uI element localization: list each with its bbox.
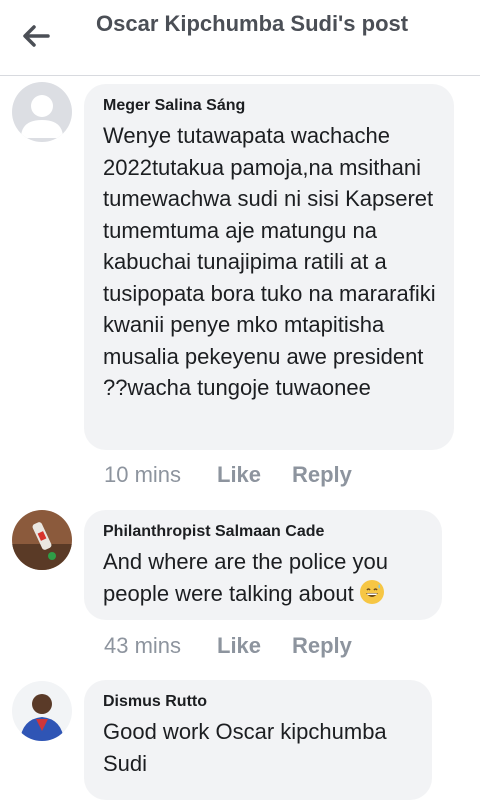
comment-author[interactable]: Dismus Rutto: [103, 692, 414, 712]
comment-timestamp: 43 mins: [104, 633, 182, 658]
comment-bubble: Dismus Rutto Good work Oscar kipchumba S…: [84, 680, 432, 800]
grinning-sweat-emoji: [359, 579, 384, 604]
profile-photo-avatar[interactable]: [12, 681, 72, 741]
arrow-left-icon[interactable]: [18, 22, 54, 50]
comment-timestamp: 10 mins: [104, 462, 182, 487]
comment-text: Wenye tutawapata wachache 2022tutakua pa…: [103, 123, 436, 400]
page-title: Oscar Kipchumba Sudi's post: [96, 11, 409, 36]
reply-button[interactable]: Reply: [292, 462, 352, 488]
like-button[interactable]: Like: [217, 462, 261, 488]
comment-text: And where are the police you people were…: [103, 546, 424, 609]
default-avatar-icon[interactable]: [12, 82, 72, 142]
comment-text: Good work Oscar kipchumba Sudi: [103, 719, 387, 776]
profile-photo-avatar[interactable]: [12, 510, 72, 570]
comment-text-body: And where are the police you people were…: [103, 549, 388, 606]
comment-author[interactable]: Philanthropist Salmaan Cade: [103, 522, 424, 542]
reply-button[interactable]: Reply: [292, 633, 352, 659]
comment-bubble: Philanthropist Salmaan Cade And where ar…: [84, 510, 442, 620]
like-button[interactable]: Like: [217, 633, 261, 659]
post-header: Oscar Kipchumba Sudi's post: [0, 0, 480, 76]
comment-author[interactable]: Meger Salina Sáng: [103, 96, 436, 116]
comment-bubble: Meger Salina Sáng Wenye tutawapata wacha…: [84, 84, 454, 450]
